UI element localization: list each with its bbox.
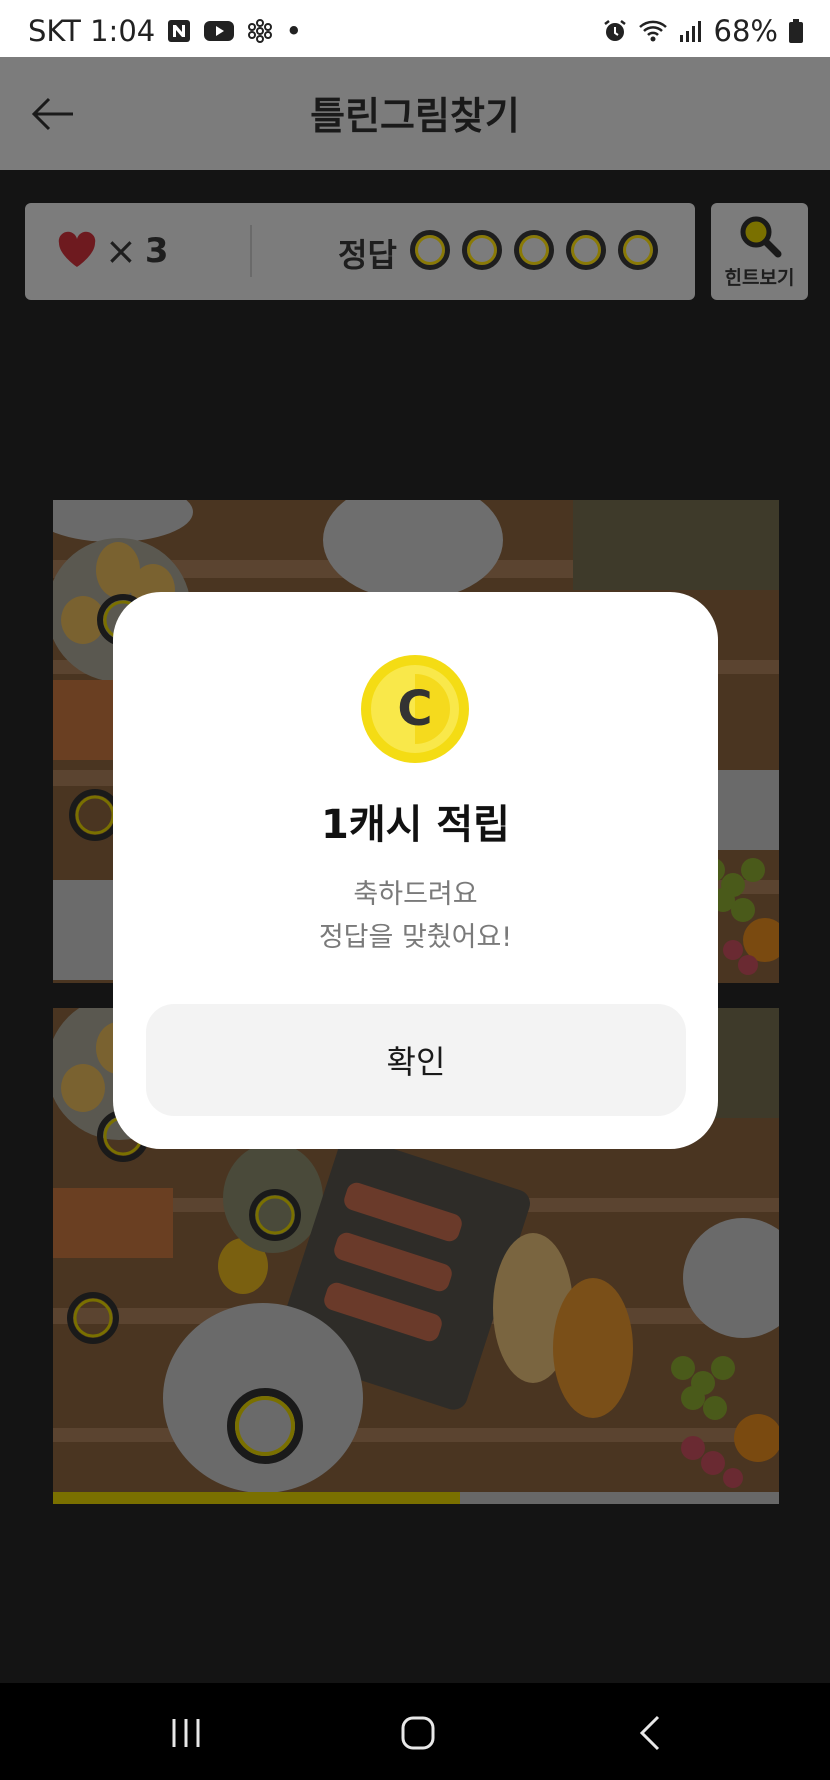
dialog-message-line2: 정답을 맞췄어요! bbox=[318, 922, 513, 953]
page-title: 틀린그림찾기 bbox=[310, 94, 520, 138]
youtube-icon bbox=[203, 19, 235, 43]
answer-slot bbox=[618, 230, 658, 270]
app-bar: 틀린그림찾기 bbox=[0, 57, 830, 170]
answer-slot bbox=[566, 230, 606, 270]
coin-icon: C bbox=[361, 655, 469, 763]
dialog-title: 1캐시 적립 bbox=[321, 802, 510, 848]
progress-bar bbox=[53, 1492, 779, 1504]
times-sign: × bbox=[105, 229, 137, 273]
dialog-message-line1: 축하드려요 bbox=[353, 879, 478, 910]
answer-slot bbox=[410, 230, 450, 270]
answer-slots bbox=[410, 230, 658, 270]
lives-count: × 3 bbox=[105, 229, 169, 273]
answer-slot bbox=[462, 230, 502, 270]
home-button[interactable] bbox=[388, 1711, 448, 1755]
status-dot: • bbox=[285, 14, 303, 48]
magnifier-icon bbox=[740, 216, 782, 258]
flower-icon bbox=[247, 18, 273, 44]
system-nav-bar bbox=[0, 1683, 830, 1780]
game-status-panel: × 3 정답 bbox=[25, 203, 695, 300]
battery-percent: 68% bbox=[713, 14, 778, 48]
progress-fill bbox=[53, 1492, 460, 1504]
nav-back-button[interactable] bbox=[620, 1711, 680, 1755]
back-icon bbox=[639, 1715, 660, 1751]
hint-button[interactable]: 힌트보기 bbox=[711, 203, 808, 300]
answer-slot bbox=[514, 230, 554, 270]
hint-label: 힌트보기 bbox=[724, 267, 795, 289]
wifi-icon bbox=[638, 18, 668, 44]
answer-label: 정답 bbox=[338, 236, 397, 274]
confirm-button[interactable]: 확인 bbox=[146, 1004, 686, 1116]
home-icon bbox=[401, 1716, 435, 1750]
status-bar: SKT 1:04 • 68% bbox=[0, 0, 830, 57]
recents-icon bbox=[172, 1719, 200, 1747]
lives-value: 3 bbox=[144, 231, 169, 271]
heart-icon bbox=[58, 231, 96, 267]
naver-icon bbox=[167, 19, 191, 43]
battery-icon bbox=[788, 18, 804, 44]
alarm-icon bbox=[602, 18, 628, 44]
reward-dialog: C 1캐시 적립 축하드려요 정답을 맞췄어요! 확인 bbox=[113, 592, 718, 1149]
signal-icon bbox=[678, 19, 704, 43]
carrier-time: SKT 1:04 bbox=[28, 14, 156, 48]
svg-text:C: C bbox=[397, 681, 432, 737]
divider bbox=[250, 225, 252, 277]
recents-button[interactable] bbox=[156, 1711, 216, 1755]
